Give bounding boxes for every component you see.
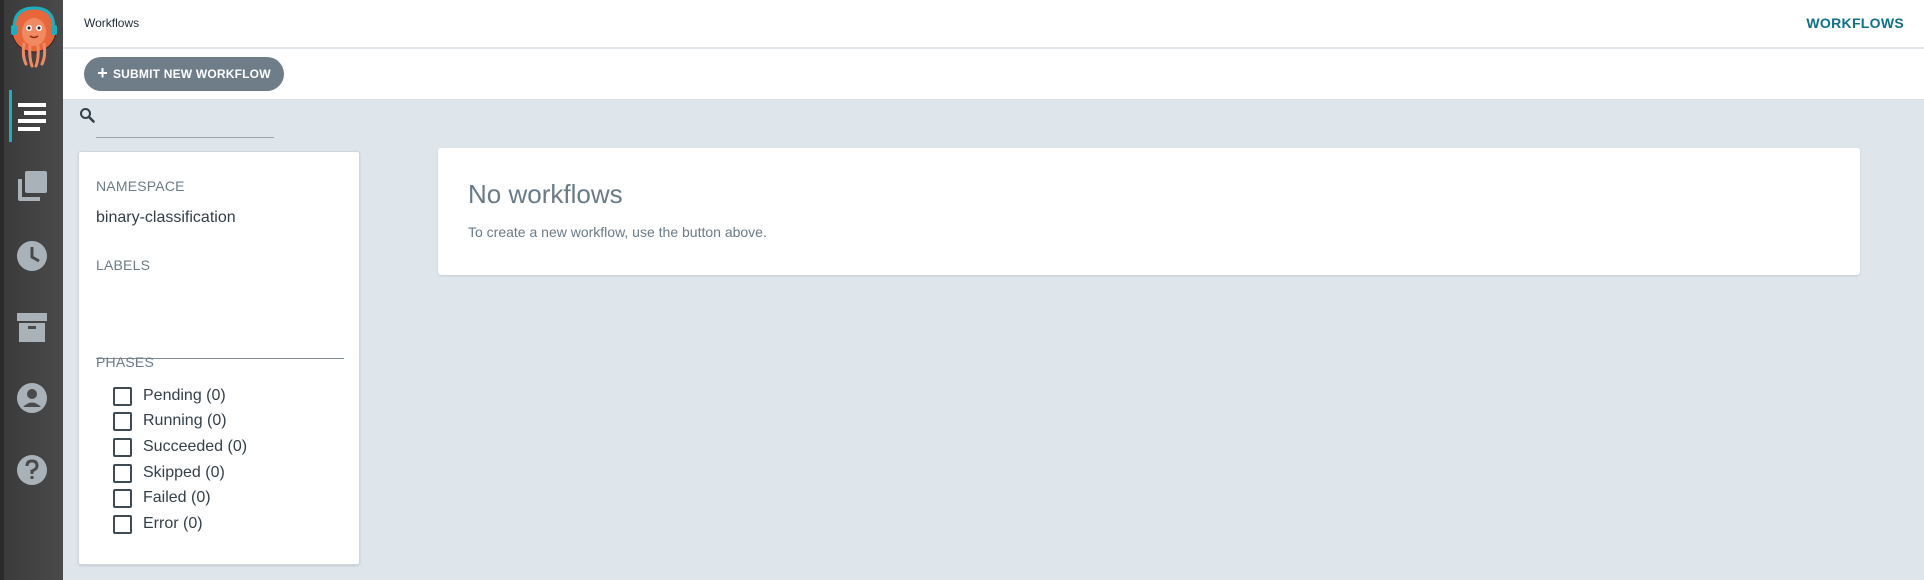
phase-label: Running (0) xyxy=(143,412,227,429)
phase-checkbox-failed[interactable]: Failed (0) xyxy=(113,487,211,509)
phase-checkbox-running[interactable]: Running (0) xyxy=(113,410,227,432)
phase-checkbox-succeeded[interactable]: Succeeded (0) xyxy=(113,436,247,458)
nav-item-cron[interactable] xyxy=(0,226,63,286)
checkbox[interactable] xyxy=(113,386,132,406)
empty-state-heading: No workflows xyxy=(468,179,623,209)
submit-new-workflow-button[interactable]: + SUBMIT NEW WORKFLOW xyxy=(84,57,284,91)
archive-icon xyxy=(16,313,47,342)
phase-label: Skipped (0) xyxy=(143,464,225,481)
help-icon xyxy=(16,455,47,485)
checkbox[interactable] xyxy=(113,463,132,483)
user-icon xyxy=(16,383,47,413)
search-icon xyxy=(80,108,95,123)
plus-icon: + xyxy=(97,63,108,83)
copy-icon xyxy=(17,171,47,201)
empty-state-message: To create a new workflow, use the button… xyxy=(468,224,767,240)
phase-label: Pending (0) xyxy=(143,387,226,404)
toolbar: + SUBMIT NEW WORKFLOW xyxy=(63,49,1924,100)
labels-label: LABELS xyxy=(96,257,151,273)
phases-label: PHASES xyxy=(96,354,154,370)
nav-item-archive[interactable] xyxy=(0,297,63,357)
page-header: Workflows WORKFLOWS xyxy=(63,0,1924,48)
nav-item-templates[interactable] xyxy=(0,156,63,216)
phase-label: Error (0) xyxy=(143,515,203,532)
timeline-icon xyxy=(17,103,46,131)
filters-panel: NAMESPACE binary-classification LABELS P… xyxy=(78,151,360,565)
namespace-value[interactable]: binary-classification xyxy=(96,209,236,227)
checkbox[interactable] xyxy=(113,437,132,457)
page-title: Workflows xyxy=(84,16,140,30)
argo-logo[interactable] xyxy=(8,6,60,68)
phase-checkbox-error[interactable]: Error (0) xyxy=(113,513,203,535)
phase-checkbox-pending[interactable]: Pending (0) xyxy=(113,385,226,407)
checkbox[interactable] xyxy=(113,488,132,508)
header-right-title: WORKFLOWS xyxy=(1806,15,1904,31)
submit-button-label: SUBMIT NEW WORKFLOW xyxy=(112,67,271,81)
checkbox[interactable] xyxy=(113,514,132,534)
nav-rail xyxy=(0,0,63,580)
clock-icon xyxy=(16,241,47,271)
nav-item-workflows[interactable] xyxy=(0,86,63,146)
phase-label: Succeeded (0) xyxy=(143,438,248,455)
nav-item-help[interactable] xyxy=(0,440,63,500)
phase-label: Failed (0) xyxy=(143,489,211,506)
search-input[interactable] xyxy=(96,106,274,138)
namespace-label: NAMESPACE xyxy=(96,178,185,194)
phase-checkbox-skipped[interactable]: Skipped (0) xyxy=(113,462,225,484)
nav-item-user[interactable] xyxy=(0,368,63,428)
empty-state-card: No workflows To create a new workflow, u… xyxy=(438,148,1860,275)
checkbox[interactable] xyxy=(113,411,132,431)
